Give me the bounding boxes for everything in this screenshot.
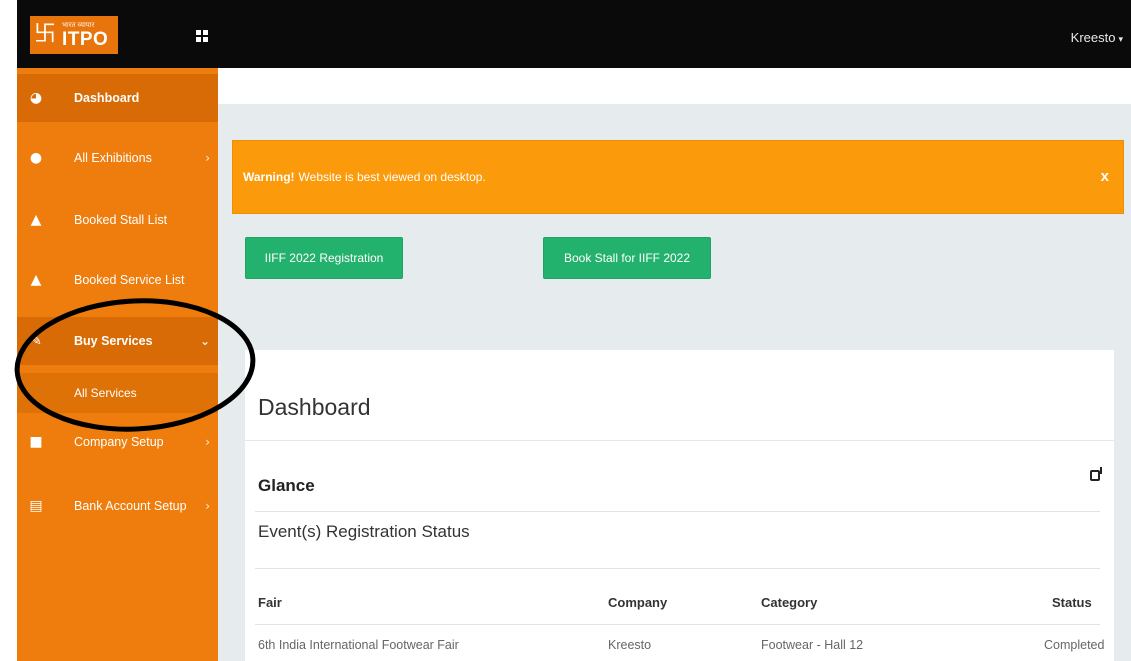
sidebar-item-bank-account-setup[interactable]: ▤ Bank Account Setup › (17, 482, 218, 530)
sidebar-item-label: Bank Account Setup (74, 499, 187, 513)
table-cell-category: Footwear - Hall 12 (761, 638, 864, 652)
chevron-right-icon: › (205, 499, 210, 513)
sidebar-item-label: Booked Stall List (74, 213, 168, 227)
user-menu[interactable]: Kreesto ▾ (1071, 30, 1123, 45)
divider (255, 568, 1100, 569)
table-cell-status: Completed (1044, 638, 1105, 652)
caret-down-icon: ▾ (1118, 34, 1123, 44)
logo-hindi-text: भारत व्यापार (62, 21, 95, 29)
chevron-right-icon: › (205, 151, 210, 165)
sidebar-subitem-label: All Services (74, 386, 137, 400)
column-header-status: Status (1052, 595, 1092, 610)
card-icon: ▤ (29, 498, 43, 514)
table-cell-company: Kreesto (608, 638, 652, 652)
left-margin (0, 0, 17, 661)
lock-icon: ▲ (30, 272, 42, 288)
glance-heading: Glance (258, 476, 315, 495)
sidebar-item-label: Company Setup (74, 435, 164, 449)
sidebar: ◕ Dashboard ● All Exhibitions › ▲ Booked… (17, 68, 218, 661)
sidebar-item-label: All Exhibitions (74, 151, 152, 165)
wrench-icon: ✎ (30, 333, 42, 349)
chevron-right-icon: › (205, 435, 210, 449)
sidebar-item-label: Booked Service List (74, 273, 185, 287)
sidebar-item-label: Buy Services (74, 334, 153, 348)
sidebar-item-booked-stall-list[interactable]: ▲ Booked Stall List (17, 196, 218, 244)
sidebar-item-buy-services[interactable]: ✎ Buy Services ⌄ (17, 317, 218, 365)
divider (255, 624, 1100, 625)
main-content: Warning! Website is best viewed on deskt… (218, 68, 1131, 661)
itpo-logo[interactable]: 卐 भारत व्यापार ITPO (30, 16, 118, 54)
dashboard-panel: Dashboard Glance Event(s) Registration S… (245, 350, 1114, 661)
sidebar-item-booked-service-list[interactable]: ▲ Booked Service List (17, 256, 218, 304)
sidebar-item-label: Dashboard (74, 91, 140, 105)
globe-icon: ● (29, 150, 43, 166)
book-stall-button[interactable]: Book Stall for IIFF 2022 (543, 237, 711, 279)
table-cell-fair: 6th India International Footwear Fair (258, 638, 459, 652)
section-title: Event(s) Registration Status (258, 522, 470, 541)
alert-close-button[interactable]: x (1101, 168, 1109, 185)
sidebar-item-dashboard[interactable]: ◕ Dashboard (17, 74, 218, 122)
sidebar-item-all-exhibitions[interactable]: ● All Exhibitions › (17, 134, 218, 182)
warning-alert: Warning! Website is best viewed on deskt… (232, 140, 1124, 214)
collapse-icon[interactable] (1090, 467, 1102, 481)
chevron-down-icon: ⌄ (199, 334, 210, 348)
sidebar-subitem-all-services[interactable]: All Services (17, 373, 218, 413)
alert-message: Website is best viewed on desktop. (298, 170, 486, 184)
top-navbar: 卐 भारत व्यापार ITPO Kreesto ▾ (0, 0, 1131, 68)
user-name: Kreesto (1070, 30, 1116, 45)
itpo-logo-icon: 卐 (34, 22, 57, 47)
iiff-registration-button[interactable]: IIFF 2022 Registration (245, 237, 403, 279)
briefcase-icon: ■ (29, 434, 43, 450)
sidebar-item-company-setup[interactable]: ■ Company Setup › (17, 418, 218, 466)
column-header-category: Category (761, 595, 818, 610)
content-header-bar (218, 68, 1131, 104)
page-title: Dashboard (258, 394, 371, 420)
column-header-fair: Fair (258, 595, 282, 610)
column-header-company: Company (608, 595, 668, 610)
alert-strong: Warning! (243, 170, 295, 184)
divider (245, 440, 1114, 441)
lock-icon: ▲ (30, 212, 42, 228)
logo-text: ITPO (62, 28, 109, 50)
dashboard-icon: ◕ (29, 90, 43, 106)
divider (255, 511, 1100, 512)
menu-toggle-icon[interactable] (196, 30, 208, 42)
